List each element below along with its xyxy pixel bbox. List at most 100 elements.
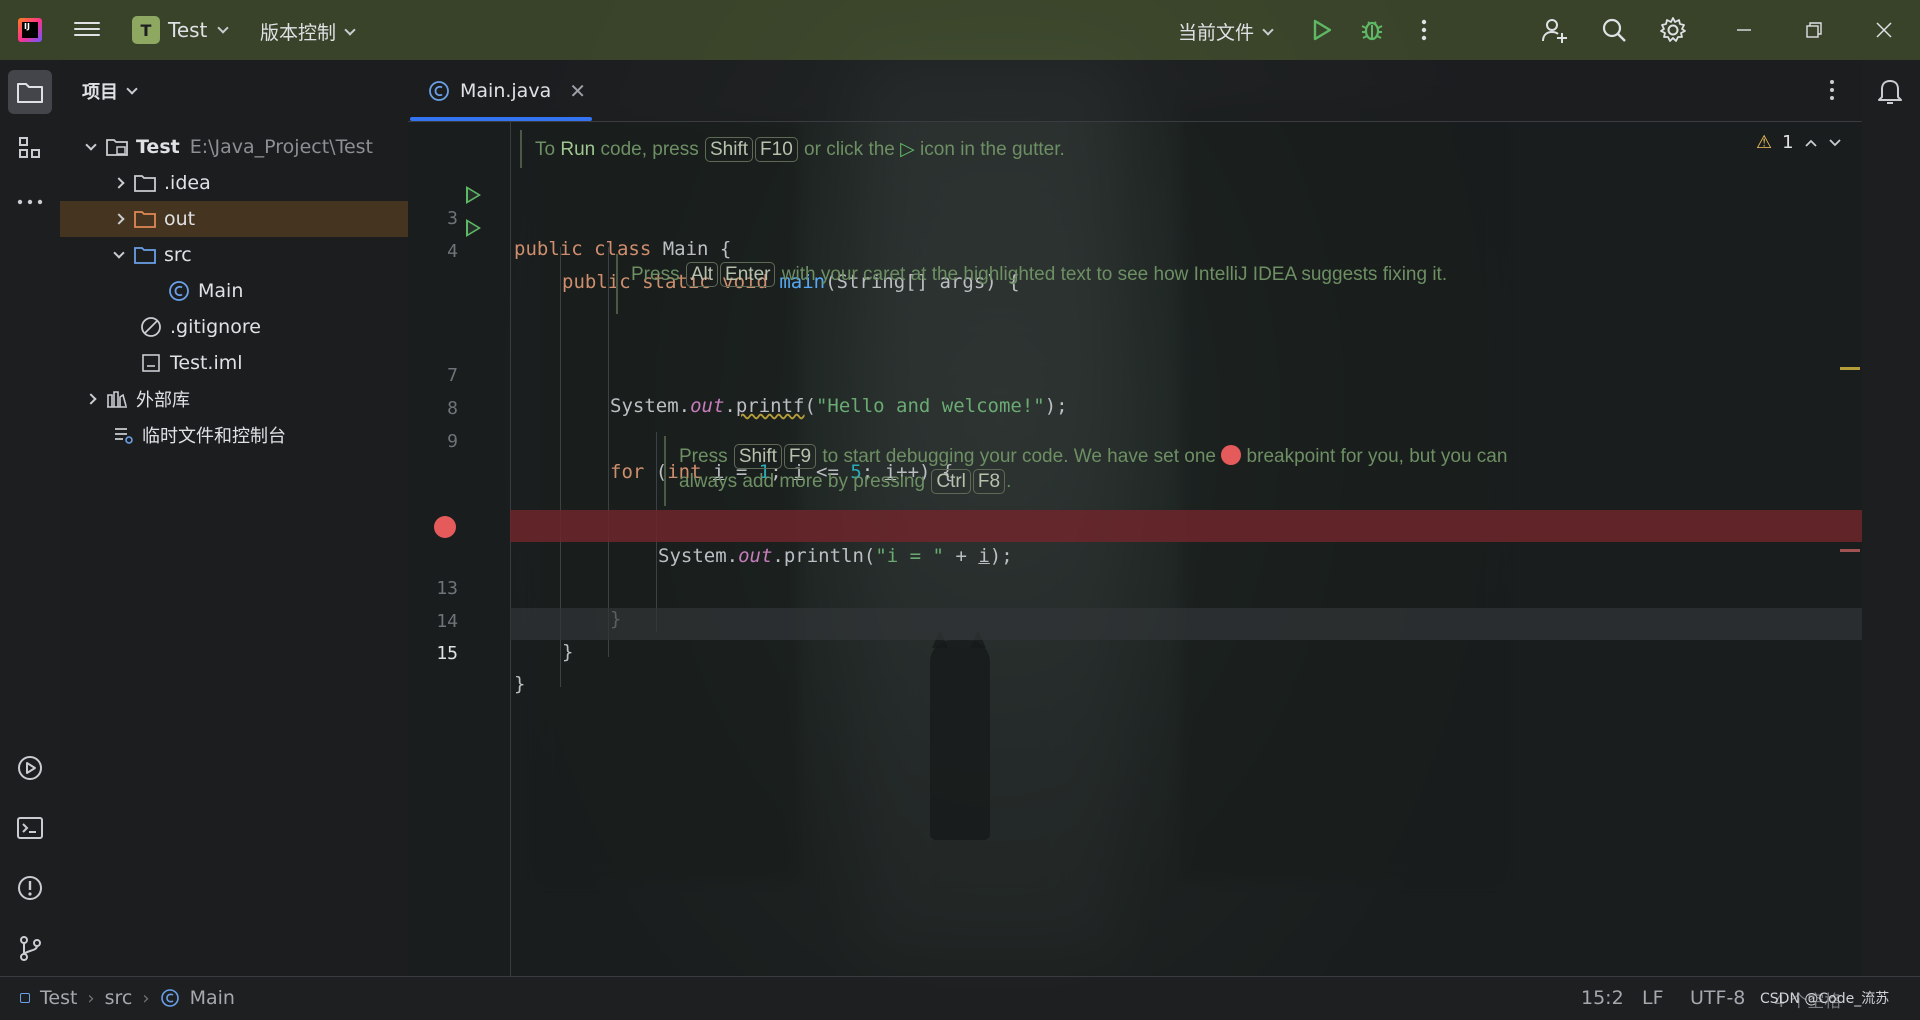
right-tool-stripe — [1862, 60, 1920, 976]
tab-options-button[interactable] — [1828, 78, 1836, 106]
status-bar: Test › src › Main 15:2 LF UTF-8 4 个空格 — [0, 976, 1920, 1020]
project-name: Test — [168, 18, 208, 42]
tree-item-external-libraries[interactable]: 外部库 — [60, 381, 408, 417]
restore-button[interactable] — [1798, 14, 1830, 46]
tree-item-project-root[interactable]: Test E:\Java_Project\Test — [60, 129, 408, 165]
breakpoint-stripe-marker[interactable] — [1840, 549, 1860, 552]
chevron-right-icon: › — [87, 987, 95, 1009]
library-icon — [106, 388, 128, 410]
tree-item-label: Test.iml — [170, 352, 243, 374]
terminal-tool-button[interactable] — [8, 806, 52, 850]
tree-item-label: .idea — [164, 172, 211, 194]
tree-item-scratches[interactable]: 临时文件和控制台 — [60, 417, 408, 453]
structure-tool-button[interactable] — [8, 126, 52, 170]
chevron-up-icon[interactable] — [1804, 138, 1818, 148]
key-f8: F8 — [972, 469, 1006, 494]
git-branch-icon — [20, 936, 41, 961]
chevron-down-icon[interactable] — [1828, 138, 1842, 148]
key-f9: F9 — [783, 444, 817, 469]
excluded-folder-icon — [134, 208, 156, 230]
code-line-8: 8 — [447, 398, 458, 419]
expand-toggle-icon[interactable] — [112, 247, 126, 259]
breadcrumb-item[interactable]: src — [105, 987, 133, 1009]
git-tool-button[interactable] — [8, 926, 52, 970]
intellij-logo-icon: IJ — [18, 18, 42, 42]
folder-icon — [134, 172, 156, 194]
run-gutter-icon[interactable] — [466, 186, 481, 204]
key-shift: Shift — [705, 137, 754, 162]
structure-icon — [19, 137, 40, 158]
key-f10: F10 — [755, 137, 798, 162]
warning-count: 1 — [1782, 132, 1794, 153]
run-config-selector[interactable]: 当前文件 — [1178, 18, 1274, 45]
key-ctrl: Ctrl — [931, 469, 971, 494]
title-bar: IJ T Test 版本控制 当前文件 — [0, 0, 1920, 60]
project-panel: 项目 Test E:\Java_Project\Test .idea out s… — [60, 60, 408, 976]
code-editor[interactable]: ⚠ 1 To Run code, press Shift F10 or click… — [408, 122, 1862, 976]
project-panel-title: 项目 — [82, 82, 118, 103]
code-line-13: 13 } — [436, 578, 621, 630]
tree-item-idea[interactable]: .idea — [60, 165, 408, 201]
gear-icon — [1660, 17, 1686, 42]
tree-item-main[interactable]: Main — [60, 273, 408, 309]
services-tool-button[interactable] — [8, 746, 52, 790]
tree-item-test-iml[interactable]: Test.iml — [60, 345, 408, 381]
tree-item-out[interactable]: out — [60, 201, 408, 237]
code-line-9: 9 for (int i = 1; i <= 5; i++) { — [447, 431, 954, 483]
breadcrumb-item[interactable]: Test — [40, 987, 77, 1009]
file-encoding[interactable]: UTF-8 — [1690, 987, 1745, 1009]
quick-fix-hint: Press Alt Enter with your caret at the hi… — [631, 262, 1448, 287]
project-tool-button[interactable] — [8, 70, 52, 114]
active-tab-indicator — [410, 117, 592, 121]
search-icon — [1602, 18, 1626, 42]
collapse-toggle-icon[interactable] — [84, 393, 98, 405]
bell-icon — [1878, 80, 1902, 104]
tab-main-java[interactable]: Main.java ✕ — [428, 60, 586, 122]
caret-position[interactable]: 15:2 — [1581, 987, 1624, 1009]
breakpoint-inline-icon — [1221, 445, 1242, 465]
expand-toggle-icon[interactable] — [84, 139, 98, 151]
minimize-button[interactable] — [1728, 14, 1760, 46]
debug-button[interactable] — [1356, 14, 1388, 46]
project-panel-header[interactable]: 项目 — [82, 78, 138, 104]
more-tools-button[interactable] — [8, 180, 52, 224]
line-separator[interactable]: LF — [1642, 987, 1664, 1009]
tree-item-label: .gitignore — [170, 316, 261, 338]
minimize-icon — [1737, 29, 1751, 31]
close-tab-icon[interactable]: ✕ — [569, 79, 586, 103]
tree-item-src[interactable]: src — [60, 237, 408, 273]
close-window-button[interactable] — [1868, 14, 1900, 46]
scratches-icon — [112, 424, 134, 446]
more-horizontal-icon — [17, 199, 43, 205]
breadcrumb-item[interactable]: Main — [190, 987, 235, 1009]
run-hint: To Run code, press Shift F10 or click the… — [535, 137, 1065, 162]
key-shift: Shift — [733, 444, 782, 469]
collapse-toggle-icon[interactable] — [112, 177, 126, 189]
collapse-toggle-icon[interactable] — [112, 213, 126, 225]
vcs-menu[interactable]: 版本控制 — [260, 18, 356, 45]
tree-item-label: Main — [198, 280, 244, 302]
warning-stripe-marker[interactable] — [1840, 367, 1860, 370]
project-switcher[interactable]: T Test — [132, 16, 230, 44]
inspection-widget[interactable]: ⚠ 1 — [1756, 132, 1842, 153]
chevron-down-icon — [126, 83, 138, 95]
code-line-3: 3 public class Main { — [447, 208, 732, 260]
problems-tool-button[interactable] — [8, 866, 52, 910]
notifications-button[interactable] — [1876, 76, 1904, 110]
project-path: E:\Java_Project\Test — [189, 136, 373, 158]
settings-button[interactable] — [1657, 14, 1689, 46]
editor-tab-bar: Main.java ✕ — [408, 60, 1862, 122]
warning-icon: ⚠ — [1756, 132, 1773, 153]
java-class-icon — [168, 280, 190, 302]
search-button[interactable] — [1598, 14, 1630, 46]
tree-item-gitignore[interactable]: .gitignore — [60, 309, 408, 345]
code-with-me-button[interactable] — [1538, 14, 1570, 46]
code-line-12: System.out.println("i = " + i); — [658, 545, 1013, 567]
vcs-label: 版本控制 — [260, 22, 337, 44]
run-gutter-icon[interactable] — [466, 219, 481, 237]
add-user-icon — [1542, 19, 1567, 43]
more-actions-button[interactable] — [1408, 14, 1440, 46]
main-menu-icon[interactable] — [74, 18, 100, 40]
run-button[interactable] — [1306, 14, 1338, 46]
run-config-label: 当前文件 — [1178, 22, 1255, 44]
